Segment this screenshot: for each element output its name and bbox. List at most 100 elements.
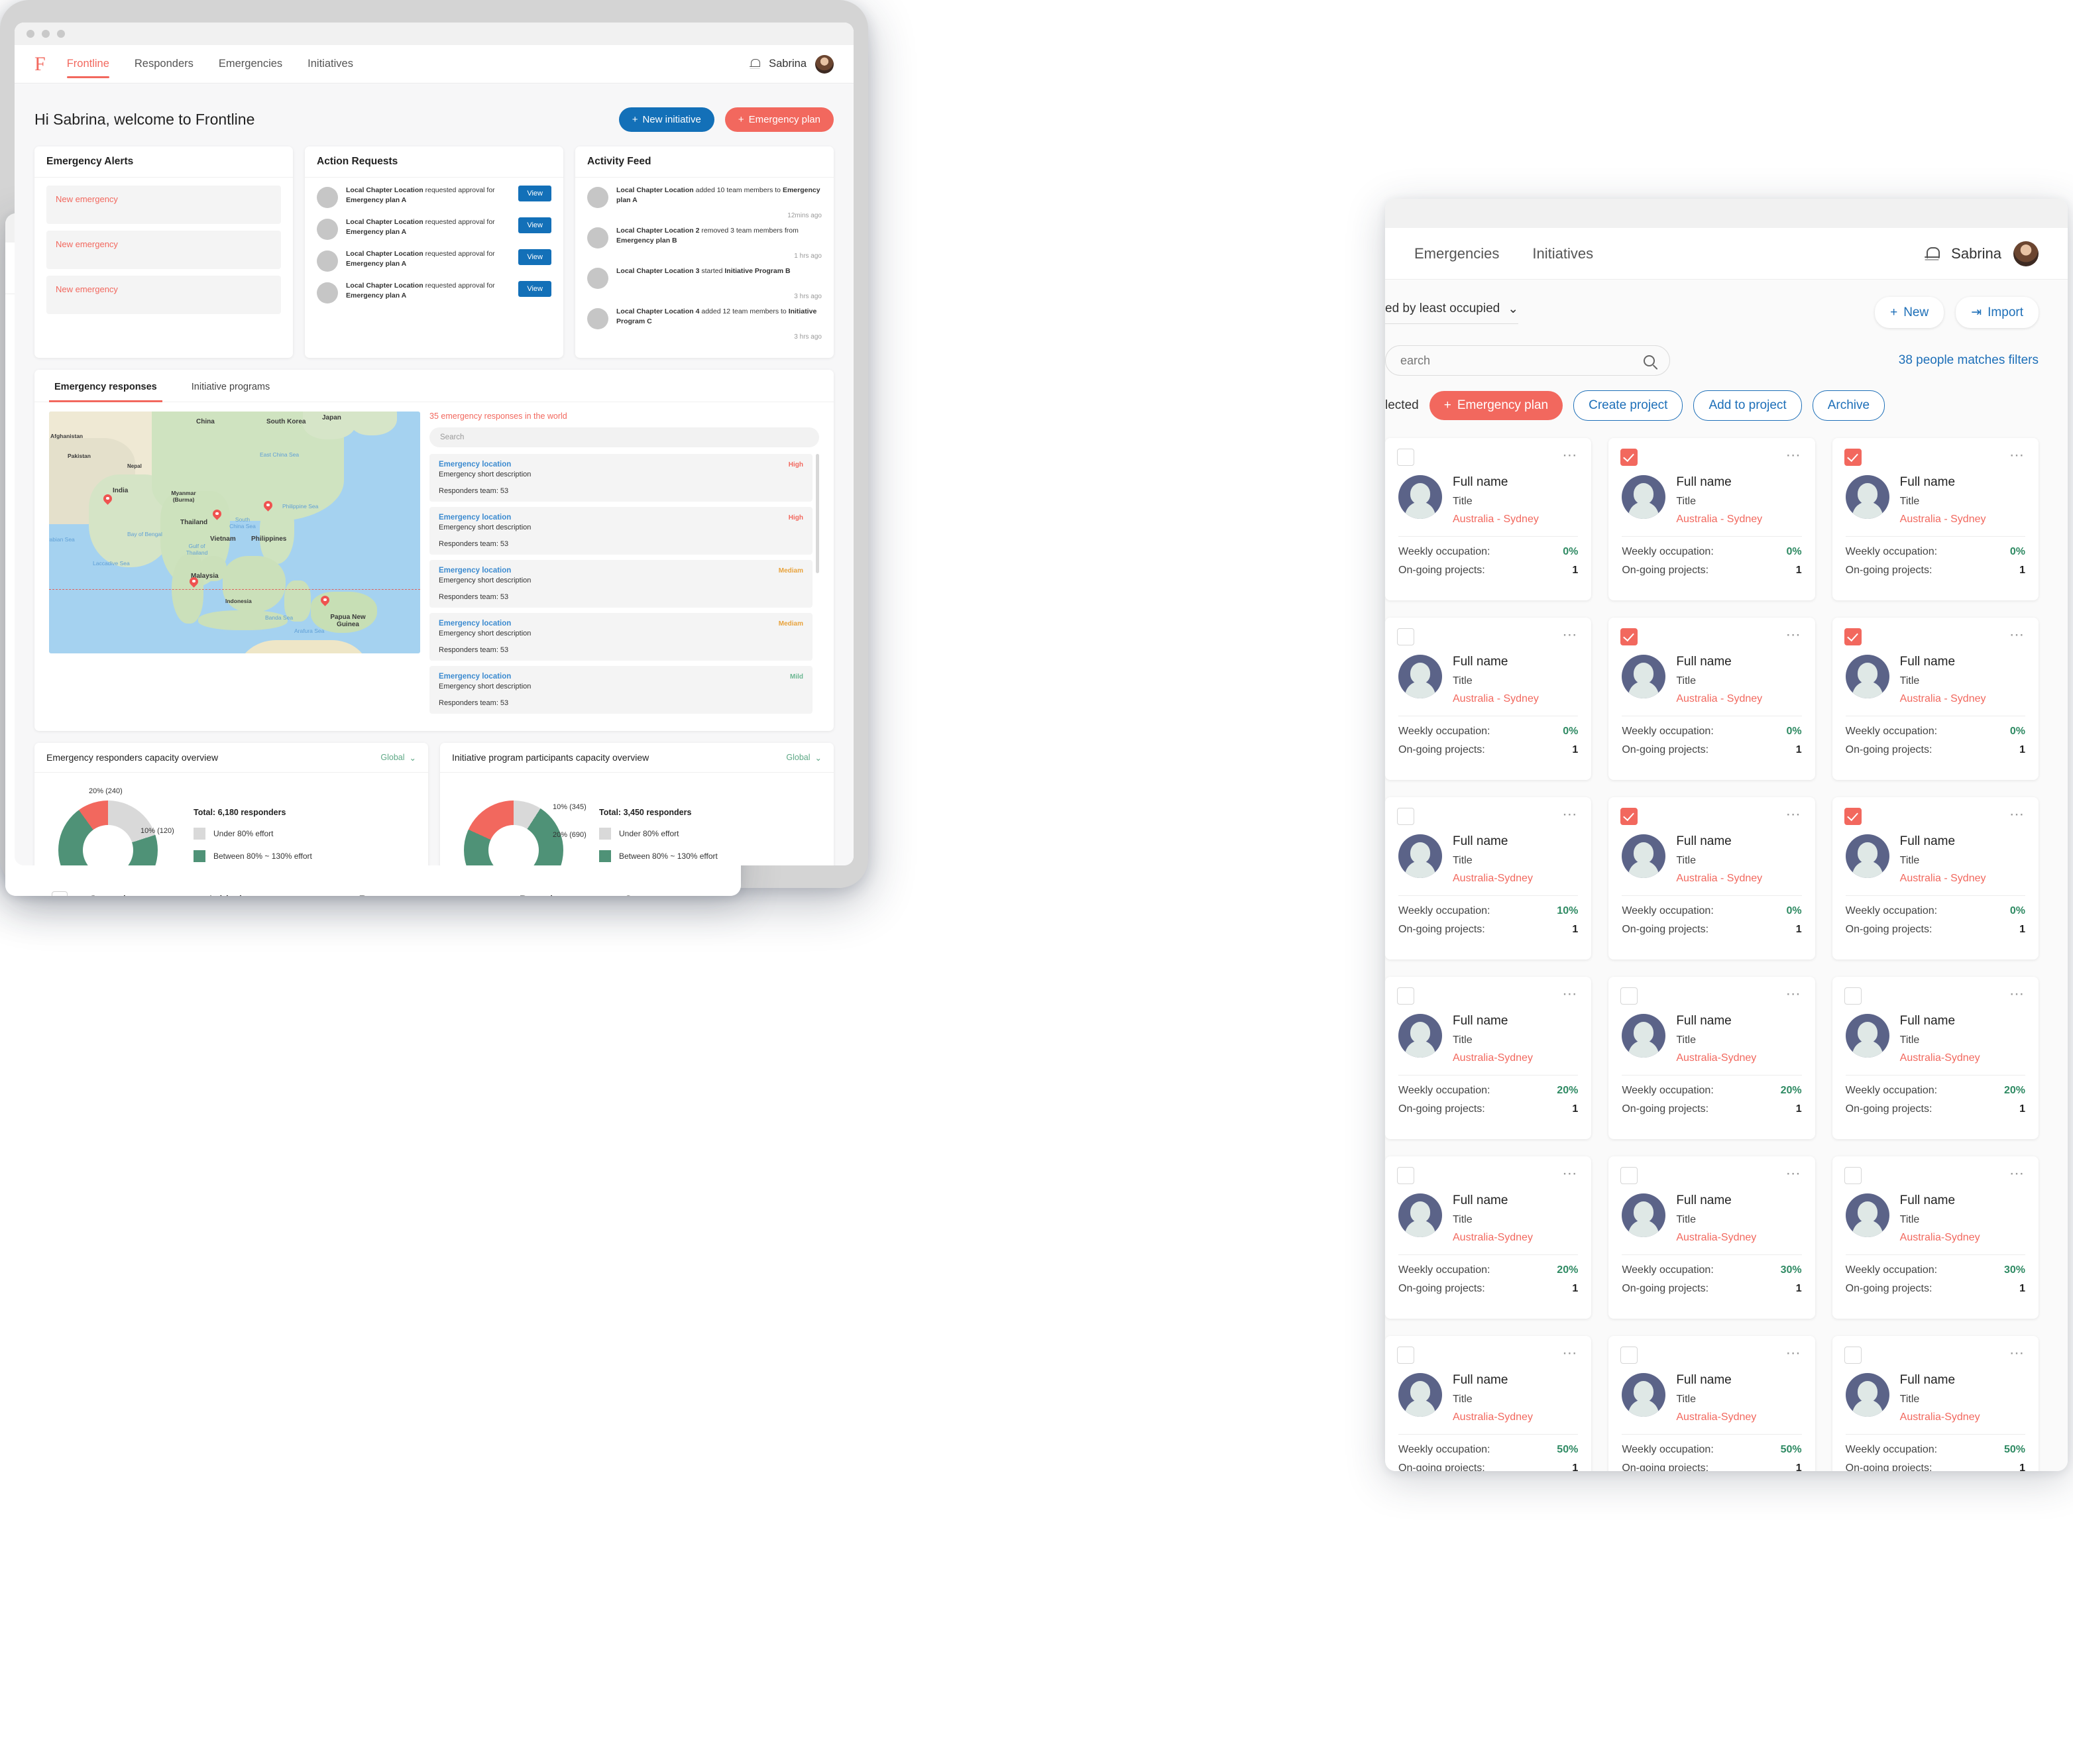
add-to-project-button[interactable]: Add to project (1693, 390, 1802, 421)
responder-card[interactable]: ⋯ Full name Title Australia - Sydney Weekly … (1385, 618, 1592, 780)
more-options-icon[interactable]: ⋯ (2009, 448, 2025, 463)
nav-item-initiatives[interactable]: Initiatives (1532, 228, 1593, 279)
emergency-alert-item[interactable]: New emergency (46, 276, 281, 314)
responder-card[interactable]: ⋯ Full name Title Australia - Sydney Weekly … (1608, 438, 1815, 600)
more-options-icon[interactable]: ⋯ (1786, 807, 1802, 822)
more-options-icon[interactable]: ⋯ (1786, 628, 1802, 642)
more-options-icon[interactable]: ⋯ (1786, 1166, 1802, 1181)
responder-checkbox[interactable] (1397, 987, 1414, 1005)
responder-card[interactable]: ⋯ Full name Title Australia - Sydney Weekly … (1832, 438, 2039, 600)
emergency-response-item[interactable]: Emergency location High Emergency short de… (429, 507, 812, 555)
select-all-checkbox[interactable] (52, 891, 68, 896)
emergency-list-scroll[interactable]: Emergency location High Emergency short de… (429, 454, 819, 719)
responder-search-field[interactable] (1400, 353, 1644, 368)
more-options-icon[interactable]: ⋯ (2009, 807, 2025, 822)
tab-initiative-programs[interactable]: Initiative programs (186, 370, 275, 402)
responder-checkbox[interactable] (1844, 628, 1862, 645)
responder-card[interactable]: ⋯ Full name Title Australia-Sydney Weekly oc… (1385, 1336, 1592, 1471)
emergency-plan-button[interactable]: + Emergency plan (724, 107, 834, 132)
responder-card[interactable]: ⋯ Full name Title Australia-Sydney Weekly oc… (1608, 977, 1815, 1139)
emergency-response-item[interactable]: Emergency location High Emergency short de… (429, 454, 812, 502)
window-close-dot[interactable] (27, 30, 34, 38)
sort-select[interactable]: ed by least occupied ⌄ (1385, 302, 1519, 324)
new-initiative-button[interactable]: + New initiative (618, 107, 714, 132)
notification-bell-icon[interactable] (750, 58, 761, 70)
emergency-response-item[interactable]: Emergency location Mediam Emergency short … (429, 560, 812, 608)
window-minimize-dot[interactable] (42, 30, 50, 38)
col-duration[interactable]: Duration (514, 882, 618, 896)
responder-checkbox[interactable] (1620, 1167, 1638, 1184)
responder-checkbox[interactable] (1844, 1167, 1862, 1184)
avatar[interactable] (2013, 241, 2039, 266)
more-options-icon[interactable]: ⋯ (1786, 448, 1802, 463)
col-initiative[interactable]: Initiative (203, 882, 353, 896)
emergency-location[interactable]: Emergency location (439, 461, 511, 469)
responder-checkbox[interactable] (1620, 1347, 1638, 1364)
col-program-name[interactable]: Program name (353, 882, 514, 896)
responder-card[interactable]: ⋯ Full name Title Australia-Sydney Weekly oc… (1832, 1156, 2039, 1319)
responder-checkbox[interactable] (1397, 628, 1414, 645)
responder-card[interactable]: ⋯ Full name Title Australia-Sydney Weekly oc… (1608, 1336, 1815, 1471)
more-options-icon[interactable]: ⋯ (1562, 448, 1578, 463)
responder-checkbox[interactable] (1844, 1347, 1862, 1364)
responder-checkbox[interactable] (1620, 987, 1638, 1005)
responder-checkbox[interactable] (1397, 808, 1414, 825)
emergency-alert-item[interactable]: New emergency (46, 231, 281, 269)
responder-card[interactable]: ⋯ Full name Title Australia-Sydney Weekly oc… (1832, 977, 2039, 1139)
more-options-icon[interactable]: ⋯ (1562, 1346, 1578, 1360)
map-pin-india[interactable] (103, 494, 112, 506)
responder-checkbox[interactable] (1397, 1347, 1414, 1364)
col-start-date[interactable]: Start date (84, 882, 203, 896)
responder-checkbox[interactable] (1620, 628, 1638, 645)
more-options-icon[interactable]: ⋯ (1786, 987, 1802, 1001)
responder-checkbox[interactable] (1397, 449, 1414, 466)
view-button[interactable]: View (518, 281, 551, 297)
emergency-plan-button[interactable]: + Emergency plan (1429, 391, 1563, 420)
responder-checkbox[interactable] (1844, 987, 1862, 1005)
responder-card[interactable]: ⋯ Full name Title Australia - Sydney Weekly … (1608, 797, 1815, 960)
responder-card[interactable]: ⋯ Full name Title Australia-Sydney Weekly oc… (1832, 1336, 2039, 1471)
emergency-alert-item[interactable]: New emergency (46, 186, 281, 224)
tab-emergencies[interactable]: Emergencies (219, 45, 282, 83)
responder-checkbox[interactable] (1620, 449, 1638, 466)
more-options-icon[interactable]: ⋯ (2009, 987, 2025, 1001)
emergency-response-item[interactable]: Emergency location Mediam Emergency short … (429, 613, 812, 661)
responder-checkbox[interactable] (1844, 449, 1862, 466)
nav-item-emergencies[interactable]: Emergencies (1414, 228, 1499, 279)
emergency-location[interactable]: Emergency location (439, 620, 511, 628)
responder-card[interactable]: ⋯ Full name Title Australia-Sydney Weekly oc… (1608, 1156, 1815, 1319)
brand-logo[interactable]: F (34, 54, 46, 74)
create-project-button[interactable]: Create project (1573, 390, 1683, 421)
responder-card[interactable]: ⋯ Full name Title Australia - Sydney Weekly … (1608, 618, 1815, 780)
user-name[interactable]: Sabrina (1951, 245, 2001, 262)
tab-frontline[interactable]: Frontline (66, 45, 110, 83)
scope-select[interactable]: Global ⌄ (380, 753, 416, 763)
map-pin-vietnam[interactable] (213, 510, 221, 521)
responder-checkbox[interactable] (1844, 808, 1862, 825)
more-options-icon[interactable]: ⋯ (2009, 1346, 2025, 1360)
emergency-location[interactable]: Emergency location (439, 514, 511, 522)
tab-emergency-responses[interactable]: Emergency responses (49, 370, 162, 402)
responder-card[interactable]: ⋯ Full name Title Australia-Sydney Weekly oc… (1385, 977, 1592, 1139)
responder-checkbox[interactable] (1620, 808, 1638, 825)
emergency-location[interactable]: Emergency location (439, 673, 511, 681)
more-options-icon[interactable]: ⋯ (1562, 1166, 1578, 1181)
map-pin-papua-new-guinea[interactable] (321, 596, 329, 607)
col-owner[interactable]: Owner (618, 882, 700, 896)
notification-bell-icon[interactable] (1925, 246, 1940, 262)
view-button[interactable]: View (518, 217, 551, 233)
emergency-search-input[interactable]: Search (429, 427, 819, 447)
more-options-icon[interactable]: ⋯ (1562, 987, 1578, 1001)
tab-initiatives[interactable]: Initiatives (308, 45, 353, 83)
more-options-icon[interactable]: ⋯ (1562, 807, 1578, 822)
user-name[interactable]: Sabrina (769, 58, 807, 70)
responder-card[interactable]: ⋯ Full name Title Australia - Sydney Weekly … (1385, 438, 1592, 600)
more-options-icon[interactable]: ⋯ (1562, 628, 1578, 642)
view-button[interactable]: View (518, 186, 551, 201)
responder-card[interactable]: ⋯ Full name Title Australia - Sydney Weekly … (1832, 618, 2039, 780)
responder-card[interactable]: ⋯ Full name Title Australia-Sydney Weekly oc… (1385, 797, 1592, 960)
more-options-icon[interactable]: ⋯ (2009, 1166, 2025, 1181)
map-pin-malaysia[interactable] (190, 577, 198, 588)
scrollbar-thumb[interactable] (816, 454, 819, 573)
window-maximize-dot[interactable] (57, 30, 65, 38)
